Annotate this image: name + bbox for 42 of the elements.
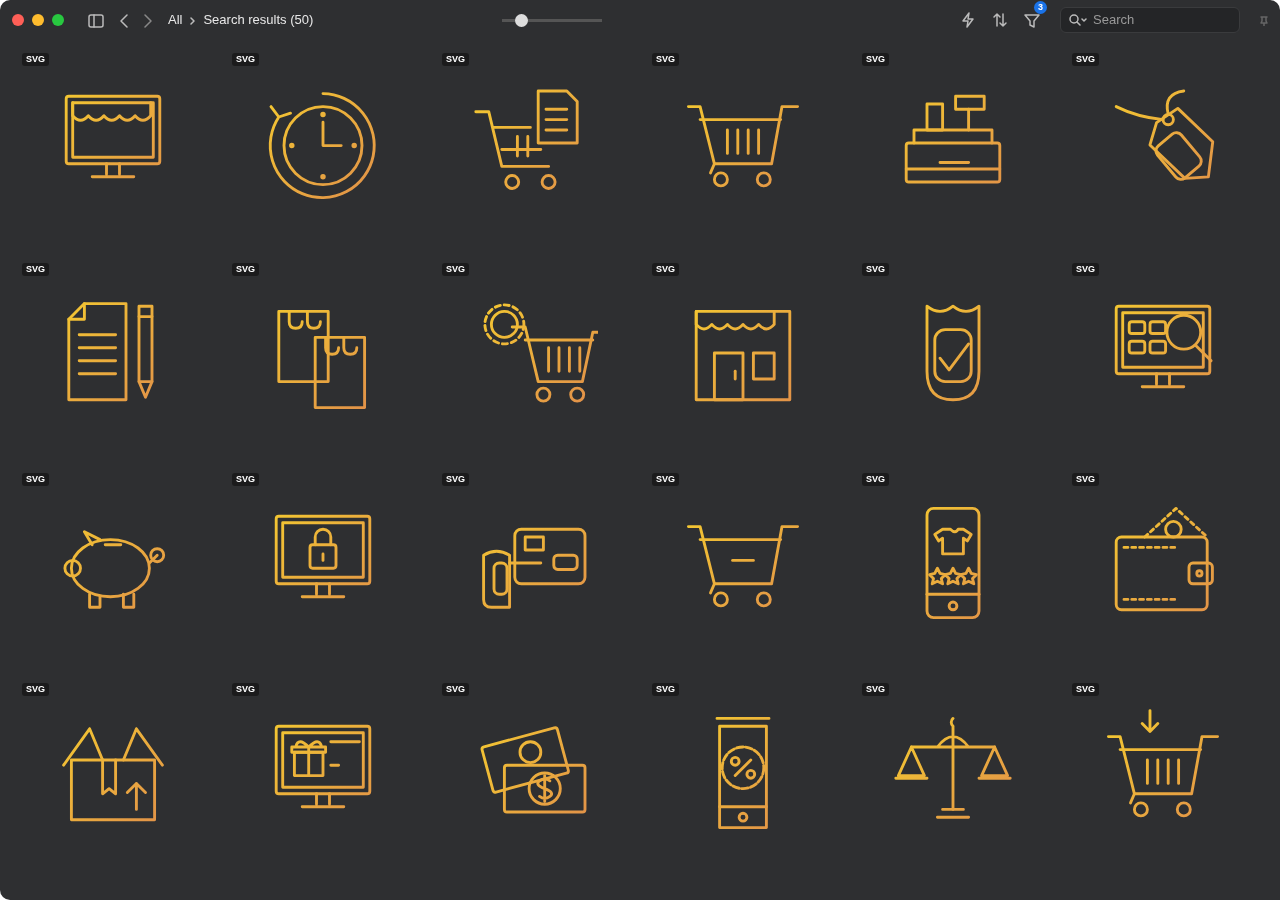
- search-box[interactable]: Search: [1060, 7, 1240, 33]
- breadcrumb-link[interactable]: All: [168, 10, 183, 30]
- format-label: SVG: [652, 683, 679, 696]
- search-input[interactable]: Search: [1091, 9, 1221, 31]
- format-label: SVG: [862, 473, 889, 486]
- pin-icon: [1260, 15, 1268, 26]
- format-label: SVG: [442, 263, 469, 276]
- format-label: SVG: [862, 263, 889, 276]
- format-label: SVG: [862, 683, 889, 696]
- format-label: SVG: [1072, 53, 1099, 66]
- filter-count-badge: 3: [1034, 1, 1047, 14]
- format-label: SVG: [22, 683, 49, 696]
- breadcrumb-title: Search results (50): [203, 11, 314, 30]
- format-label: SVG: [1072, 263, 1099, 276]
- lightning-icon[interactable]: [960, 12, 976, 28]
- slider-thumb[interactable]: [514, 13, 528, 27]
- format-label: SVG: [22, 263, 49, 276]
- format-label: SVG: [442, 473, 469, 486]
- format-label: SVG: [652, 53, 679, 66]
- minimize-button[interactable]: [32, 14, 44, 26]
- format-label: SVG: [232, 473, 259, 486]
- filter-icon[interactable]: [1024, 12, 1040, 29]
- format-label: SVG: [22, 53, 49, 66]
- format-label: SVG: [862, 53, 889, 66]
- format-label: SVG: [1072, 473, 1099, 486]
- format-label: SVG: [232, 263, 259, 276]
- format-label: SVG: [652, 473, 679, 486]
- format-label: SVG: [1072, 683, 1099, 696]
- back-icon[interactable]: [120, 13, 128, 28]
- format-label: SVG: [232, 683, 259, 696]
- format-label: SVG: [232, 53, 259, 66]
- forward-icon[interactable]: [144, 13, 152, 28]
- chevron-icon: [190, 16, 196, 25]
- format-label: SVG: [442, 53, 469, 66]
- format-label: SVG: [22, 473, 49, 486]
- format-label: SVG: [442, 683, 469, 696]
- sort-icon[interactable]: [992, 12, 1008, 28]
- close-button[interactable]: [12, 14, 24, 26]
- format-label: SVG: [652, 263, 679, 276]
- sidebar-icon[interactable]: [88, 13, 104, 28]
- zoom-button[interactable]: [52, 14, 64, 26]
- search-icon: [1069, 14, 1087, 26]
